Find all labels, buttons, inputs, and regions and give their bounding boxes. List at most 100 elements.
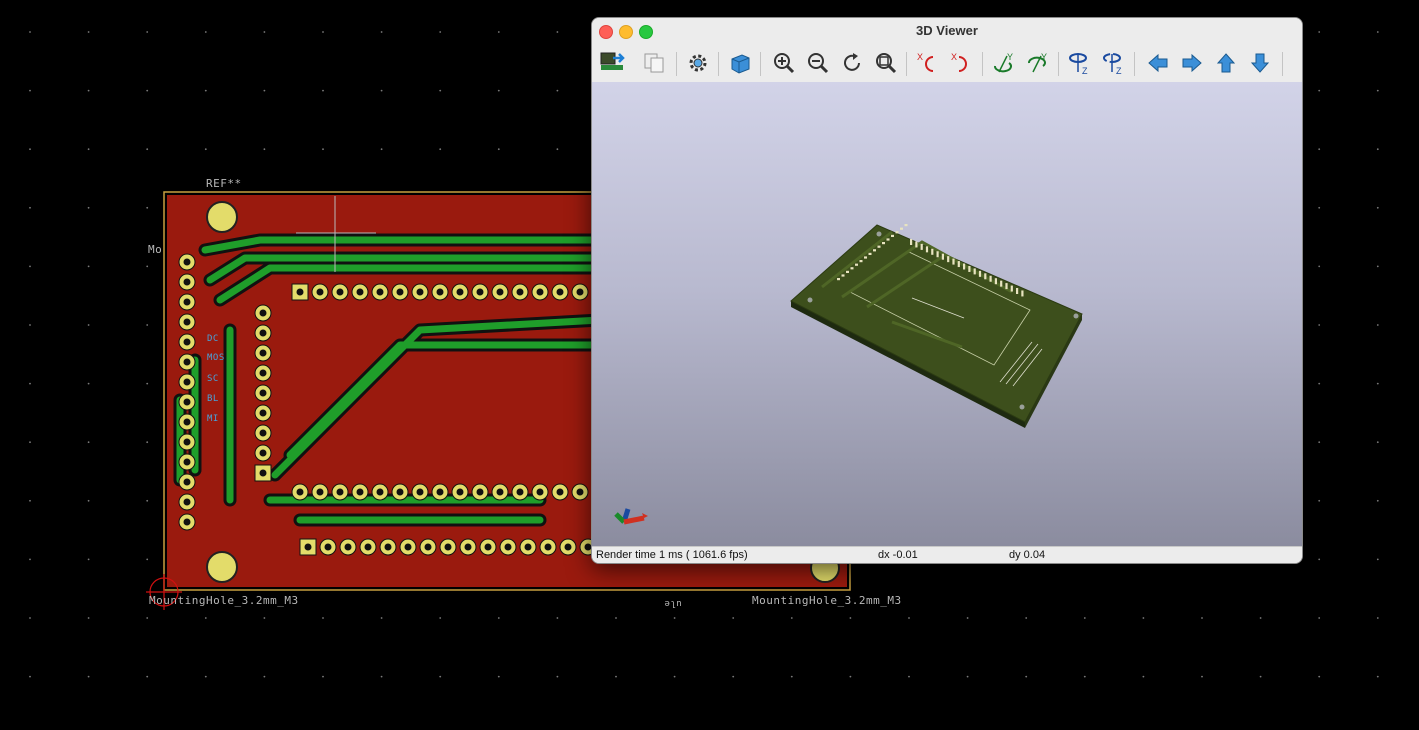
pad[interactable] (459, 538, 477, 556)
partial-footprint-label: Mo (148, 243, 163, 256)
pad[interactable] (178, 413, 196, 431)
pad[interactable] (319, 538, 337, 556)
svg-text:Z: Z (1116, 66, 1122, 76)
3d-viewport[interactable] (592, 82, 1302, 546)
pad[interactable] (419, 538, 437, 556)
pad[interactable] (539, 538, 557, 556)
pad[interactable] (178, 353, 196, 371)
pad[interactable] (254, 424, 272, 442)
pad[interactable] (331, 283, 349, 301)
copy-image-icon[interactable] (640, 49, 668, 77)
pad[interactable] (178, 333, 196, 351)
pad[interactable] (551, 483, 569, 501)
pad[interactable] (339, 538, 357, 556)
pad[interactable] (471, 483, 489, 501)
viewer-toolbar: X X Y Y Z Z (592, 44, 1302, 83)
move-right-icon[interactable] (1178, 49, 1206, 77)
mounting-hole-bottom-left[interactable] (206, 551, 238, 583)
pad[interactable] (511, 483, 529, 501)
rotate-z-cw-icon[interactable]: Z (1100, 49, 1128, 77)
window-titlebar[interactable]: 3D Viewer (592, 18, 1302, 45)
pad[interactable] (371, 283, 389, 301)
move-down-icon[interactable] (1246, 49, 1274, 77)
mounting-hole-right-label: MountingHole_3.2mm_M3 (752, 594, 902, 607)
pad[interactable] (254, 344, 272, 362)
redraw-icon[interactable] (838, 49, 866, 77)
move-left-icon[interactable] (1144, 49, 1172, 77)
pad[interactable] (359, 538, 377, 556)
pad[interactable] (379, 538, 397, 556)
pad[interactable] (391, 483, 409, 501)
3d-board-render (614, 224, 1083, 525)
pad[interactable] (499, 538, 517, 556)
pad[interactable] (351, 283, 369, 301)
pad[interactable] (299, 538, 317, 556)
render-time-status: Render time 1 ms ( 1061.6 fps) (596, 549, 748, 561)
pad[interactable] (479, 538, 497, 556)
pad[interactable] (178, 493, 196, 511)
pad[interactable] (254, 364, 272, 382)
pad[interactable] (254, 304, 272, 322)
pad[interactable] (178, 373, 196, 391)
pad[interactable] (254, 404, 272, 422)
pad[interactable] (178, 513, 196, 531)
silk-label-bl: BL (207, 394, 219, 404)
pad[interactable] (559, 538, 577, 556)
pad[interactable] (491, 483, 509, 501)
reload-board-icon[interactable] (598, 49, 626, 77)
pad[interactable] (178, 473, 196, 491)
pad[interactable] (254, 384, 272, 402)
pad[interactable] (371, 483, 389, 501)
pad[interactable] (431, 283, 449, 301)
pad[interactable] (391, 283, 409, 301)
pad[interactable] (331, 483, 349, 501)
pad[interactable] (551, 283, 569, 301)
mounting-hole-left-label: MountingHole_3.2mm_M3 (149, 594, 299, 607)
pad[interactable] (531, 483, 549, 501)
pad[interactable] (471, 283, 489, 301)
pad[interactable] (491, 283, 509, 301)
pad[interactable] (411, 483, 429, 501)
pad[interactable] (451, 483, 469, 501)
settings-gear-icon[interactable] (684, 49, 712, 77)
move-up-icon[interactable] (1212, 49, 1240, 77)
pad[interactable] (254, 464, 272, 482)
pad[interactable] (399, 538, 417, 556)
pad[interactable] (531, 283, 549, 301)
partial-rotated-label: ule (664, 598, 682, 608)
pad[interactable] (431, 483, 449, 501)
pad[interactable] (178, 433, 196, 451)
pad[interactable] (178, 273, 196, 291)
rotate-y-ccw-icon[interactable]: Y (990, 49, 1018, 77)
pad[interactable] (311, 483, 329, 501)
pad[interactable] (511, 283, 529, 301)
pad[interactable] (178, 313, 196, 331)
pad[interactable] (519, 538, 537, 556)
pad[interactable] (178, 453, 196, 471)
rotate-x-cw-icon[interactable]: X (948, 49, 976, 77)
raytrace-cube-icon[interactable] (726, 49, 754, 77)
pad[interactable] (178, 253, 196, 271)
pad[interactable] (351, 483, 369, 501)
mounting-hole-top-left[interactable] (206, 201, 238, 233)
pad[interactable] (571, 283, 589, 301)
zoom-fit-icon[interactable] (872, 49, 900, 77)
rotate-x-ccw-icon[interactable]: X (914, 49, 942, 77)
zoom-in-icon[interactable] (770, 49, 798, 77)
pad[interactable] (178, 393, 196, 411)
axis-gizmo (614, 508, 648, 525)
pad[interactable] (451, 283, 469, 301)
pad[interactable] (254, 444, 272, 462)
pad[interactable] (291, 483, 309, 501)
pad[interactable] (254, 324, 272, 342)
pad[interactable] (311, 283, 329, 301)
pad[interactable] (571, 483, 589, 501)
pad[interactable] (411, 283, 429, 301)
rotate-y-cw-icon[interactable]: Y (1024, 49, 1052, 77)
rotate-z-ccw-icon[interactable]: Z (1066, 49, 1094, 77)
pad[interactable] (178, 293, 196, 311)
pad[interactable] (291, 283, 309, 301)
3d-viewer-window: 3D Viewer X X Y Y Z Z Render time 1 ms (… (591, 17, 1303, 564)
zoom-out-icon[interactable] (804, 49, 832, 77)
pad[interactable] (439, 538, 457, 556)
